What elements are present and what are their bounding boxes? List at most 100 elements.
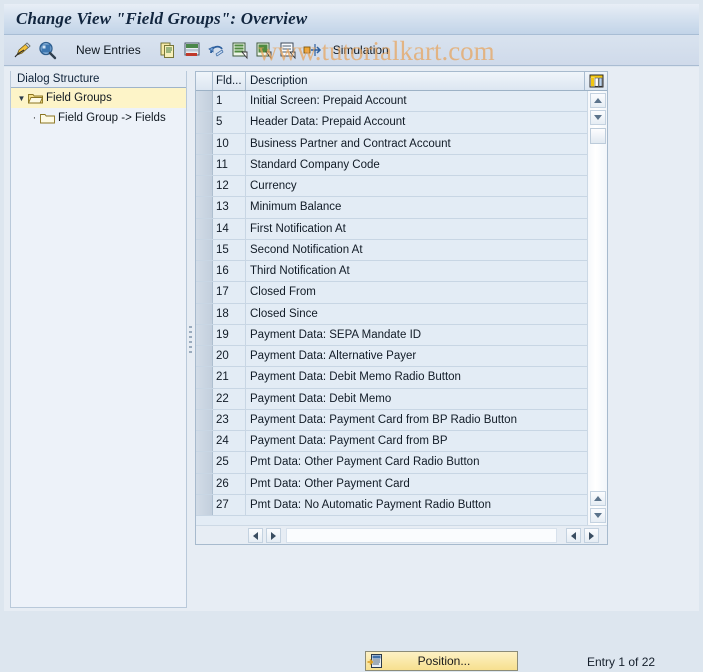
column-header-select-all[interactable] [196,72,213,90]
table-row[interactable]: 11 Standard Company Code [196,154,587,176]
row-select-button[interactable] [196,112,213,133]
scroll-left-button[interactable] [248,528,263,543]
cell-description[interactable]: Third Notification At [246,261,587,281]
row-select-button[interactable] [196,367,213,388]
select-all-icon[interactable] [229,39,251,61]
row-select-button[interactable] [196,239,213,260]
row-select-button[interactable] [196,91,213,112]
select-block-icon[interactable] [253,39,275,61]
page-up-button[interactable] [590,491,606,506]
cell-description[interactable]: First Notification At [246,219,587,239]
table-horizontal-scrollbar[interactable] [196,525,607,544]
table-row[interactable]: 23 Payment Data: Payment Card from BP Rad… [196,409,587,431]
copy-as-icon[interactable] [157,39,179,61]
scrollbar-thumb[interactable] [590,128,606,144]
cell-fld[interactable]: 17 [213,282,246,303]
cell-description[interactable]: Payment Data: Payment Card from BP [246,431,587,451]
cell-fld[interactable]: 14 [213,218,246,239]
page-down-button[interactable] [590,508,606,523]
table-row[interactable]: 15 Second Notification At [196,239,587,261]
table-row[interactable]: 27 Pmt Data: No Automatic Payment Radio B… [196,494,587,516]
chevron-down-icon[interactable]: ▼ [15,94,28,103]
panel-splitter[interactable] [188,71,194,608]
scroll-left-step-button[interactable] [266,528,281,543]
simulation-button[interactable]: Simulation [325,43,397,57]
horizontal-scrollbar-track[interactable] [286,528,557,543]
row-select-button[interactable] [196,388,213,409]
row-select-button[interactable] [196,176,213,197]
row-select-button[interactable] [196,197,213,218]
row-select-button[interactable] [196,303,213,324]
row-select-button[interactable] [196,473,213,494]
table-row[interactable]: 5 Header Data: Prepaid Account [196,112,587,134]
table-body[interactable]: 1 Initial Screen: Prepaid Account 5 Header … [196,91,587,525]
row-select-button[interactable] [196,324,213,345]
cell-description[interactable]: Payment Data: Debit Memo Radio Button [246,367,587,387]
cell-description[interactable]: Pmt Data: Other Payment Card Radio Butto… [246,452,587,472]
cell-fld[interactable]: 15 [213,239,246,260]
row-select-button[interactable] [196,218,213,239]
cell-description[interactable]: Initial Screen: Prepaid Account [246,91,587,111]
row-select-button[interactable] [196,409,213,430]
table-row[interactable]: 19 Payment Data: SEPA Mandate ID [196,324,587,346]
deselect-all-icon[interactable] [277,39,299,61]
cell-description[interactable]: Payment Data: Alternative Payer [246,346,587,366]
cell-fld[interactable]: 20 [213,346,246,367]
table-row[interactable]: 21 Payment Data: Debit Memo Radio Button [196,367,587,389]
cell-fld[interactable]: 22 [213,388,246,409]
cell-description[interactable]: Business Partner and Contract Account [246,134,587,154]
cell-fld[interactable]: 5 [213,112,246,133]
cell-description[interactable]: Second Notification At [246,240,587,260]
new-entries-button[interactable]: New Entries [68,43,149,57]
table-row[interactable]: 26 Pmt Data: Other Payment Card [196,473,587,495]
cell-description[interactable]: Pmt Data: Other Payment Card [246,474,587,494]
row-select-button[interactable] [196,494,213,515]
cell-description[interactable]: Currency [246,176,587,196]
position-button[interactable]: Position... [365,651,518,671]
cell-fld[interactable]: 25 [213,452,246,473]
cell-description[interactable]: Payment Data: Payment Card from BP Radio… [246,410,587,430]
cell-description[interactable]: Payment Data: Debit Memo [246,389,587,409]
cell-description[interactable]: Header Data: Prepaid Account [246,112,587,132]
check-entries-icon[interactable] [36,39,58,61]
table-row[interactable]: 16 Third Notification At [196,261,587,283]
table-row[interactable]: 12 Currency [196,176,587,198]
table-row[interactable]: 22 Payment Data: Debit Memo [196,388,587,410]
table-row[interactable]: 24 Payment Data: Payment Card from BP [196,431,587,453]
table-settings-icon[interactable] [585,72,607,90]
cell-fld[interactable]: 13 [213,197,246,218]
row-select-button[interactable] [196,154,213,175]
table-row[interactable]: 10 Business Partner and Contract Account [196,133,587,155]
row-select-button[interactable] [196,261,213,282]
table-row[interactable]: 1 Initial Screen: Prepaid Account [196,91,587,113]
table-vertical-scrollbar[interactable] [587,91,607,525]
table-row[interactable]: 14 First Notification At [196,218,587,240]
table-row[interactable]: 13 Minimum Balance [196,197,587,219]
sidebar-item-field-groups[interactable]: ▼ Field Groups [11,88,186,108]
row-select-button[interactable] [196,431,213,452]
scroll-right-button[interactable] [584,528,599,543]
cell-fld[interactable]: 21 [213,367,246,388]
cell-fld[interactable]: 18 [213,303,246,324]
table-row[interactable]: 20 Payment Data: Alternative Payer [196,346,587,368]
scroll-down-button[interactable] [590,110,606,125]
cell-fld[interactable]: 10 [213,133,246,154]
row-select-button[interactable] [196,452,213,473]
cell-description[interactable]: Closed Since [246,304,587,324]
display-change-icon[interactable] [12,39,34,61]
column-header-fld[interactable]: Fld... [213,72,246,90]
table-row[interactable]: 18 Closed Since [196,303,587,325]
cell-fld[interactable]: 27 [213,494,246,515]
row-select-button[interactable] [196,282,213,303]
cell-fld[interactable]: 26 [213,473,246,494]
cell-description[interactable]: Minimum Balance [246,197,587,217]
row-select-button[interactable] [196,346,213,367]
transport-icon[interactable] [301,39,323,61]
cell-fld[interactable]: 1 [213,91,246,112]
scroll-right-step-button[interactable] [566,528,581,543]
cell-description[interactable]: Standard Company Code [246,155,587,175]
cell-fld[interactable]: 11 [213,154,246,175]
cell-fld[interactable]: 23 [213,409,246,430]
row-select-button[interactable] [196,133,213,154]
cell-description[interactable]: Pmt Data: No Automatic Payment Radio But… [246,495,587,515]
